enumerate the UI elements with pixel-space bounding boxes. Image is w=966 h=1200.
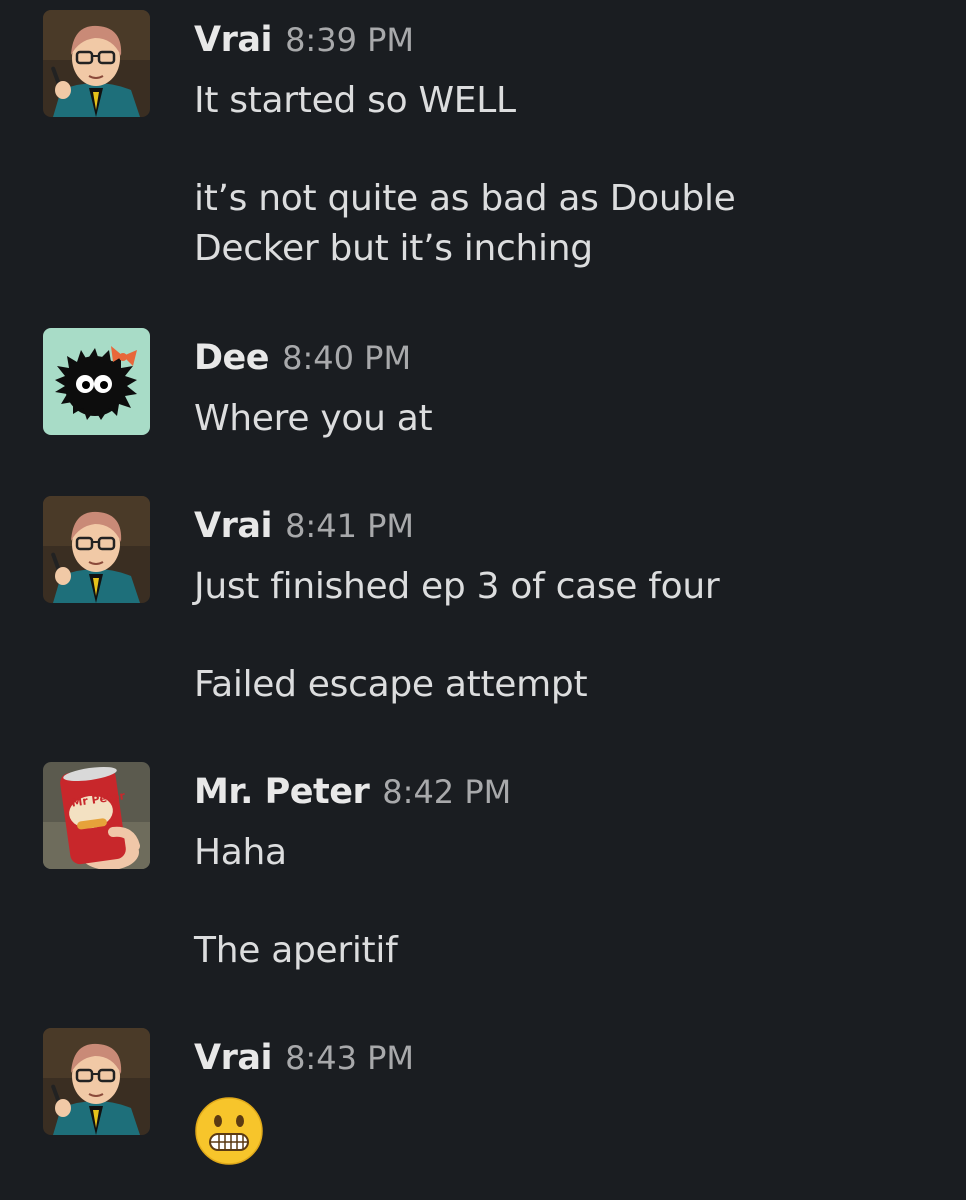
author-name[interactable]: Vrai: [194, 506, 272, 546]
soot-sprite-avatar-icon[interactable]: [43, 328, 150, 435]
timestamp[interactable]: 8:39 PM: [285, 21, 414, 59]
message-text: The aperitif: [194, 930, 398, 971]
timestamp[interactable]: 8:43 PM: [285, 1039, 414, 1077]
message-header: Dee 8:40 PM: [194, 336, 411, 386]
message-header: Vrai 8:41 PM: [194, 504, 414, 554]
message-header: Mr. Peter 8:42 PM: [194, 770, 511, 820]
timestamp[interactable]: 8:42 PM: [382, 773, 511, 811]
vrai-avatar-icon[interactable]: [43, 10, 150, 117]
author-name[interactable]: Dee: [194, 338, 270, 378]
message-list: Vrai 8:39 PM It started so WELL it’s not…: [0, 0, 966, 1200]
message-text: It started so WELL: [194, 80, 516, 121]
message-header: Vrai 8:43 PM: [194, 1036, 414, 1086]
timestamp[interactable]: 8:41 PM: [285, 507, 414, 545]
message-text: Just finished ep 3 of case four: [194, 566, 720, 607]
soda-can-avatar-icon[interactable]: Mr Peter: [43, 762, 150, 869]
message-text: Decker but it’s inching: [194, 228, 593, 269]
message-text: Failed escape attempt: [194, 664, 588, 705]
message-text: Haha: [194, 832, 287, 873]
message-text: Where you at: [194, 398, 433, 439]
vrai-avatar-icon[interactable]: [43, 1028, 150, 1135]
message-header: Vrai 8:39 PM: [194, 18, 414, 68]
author-name[interactable]: Vrai: [194, 20, 272, 60]
author-name[interactable]: Mr. Peter: [194, 772, 370, 812]
vrai-avatar-icon[interactable]: [43, 496, 150, 603]
grimacing-face-emoji: [194, 1096, 264, 1166]
author-name[interactable]: Vrai: [194, 1038, 272, 1078]
message-text: it’s not quite as bad as Double: [194, 178, 736, 219]
timestamp[interactable]: 8:40 PM: [282, 339, 411, 377]
